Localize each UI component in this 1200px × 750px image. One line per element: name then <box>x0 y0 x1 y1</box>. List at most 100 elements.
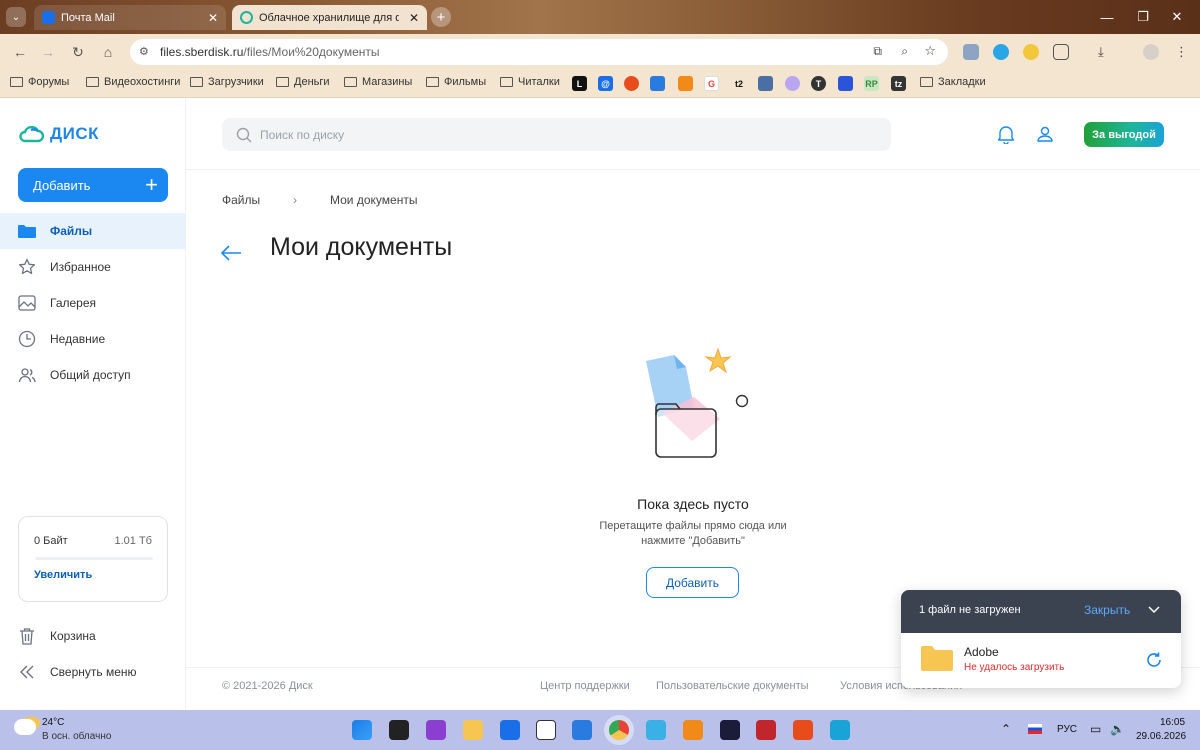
sidebar-item-gallery[interactable]: Галерея <box>0 285 185 321</box>
taskbar-app-icon[interactable] <box>536 720 556 740</box>
add-button[interactable]: Добавить + <box>18 168 168 202</box>
toast-close-link[interactable]: Закрыть <box>1084 603 1130 617</box>
bookmark-favicon-icon[interactable] <box>678 76 693 91</box>
bookmark-favicon-icon[interactable]: t2 <box>730 76 748 91</box>
search-icon <box>236 127 252 142</box>
store-icon[interactable] <box>500 720 520 740</box>
refresh-icon <box>1147 652 1161 667</box>
tab-title: Облачное хранилище для фа <box>259 11 399 24</box>
back-icon[interactable]: ← <box>10 42 30 62</box>
weather-temp[interactable]: 24°C <box>42 717 64 728</box>
bookmark-favicon-icon[interactable] <box>650 76 665 91</box>
clock-date[interactable]: 29.06.2026 <box>1136 731 1186 742</box>
breadcrumb-root[interactable]: Файлы <box>222 193 260 207</box>
user-icon <box>1037 126 1053 142</box>
bookmark-favicon-icon[interactable]: G <box>704 76 719 91</box>
upgrade-storage-link[interactable]: Увеличить <box>34 569 92 581</box>
close-tab-icon[interactable]: ✕ <box>208 11 218 25</box>
new-tab-button[interactable]: + <box>431 7 451 27</box>
download-icon[interactable]: ⤓ <box>1098 44 1114 60</box>
extension-icon[interactable] <box>963 44 979 60</box>
taskbar-app-icon[interactable] <box>683 720 703 740</box>
sidebar-item-label: Файлы <box>50 224 93 238</box>
chrome-icon[interactable] <box>609 720 629 740</box>
profile-button[interactable] <box>1036 124 1054 149</box>
address-bar[interactable]: ⚙ files.sberdisk.ru/files/Мои%20документ… <box>130 39 948 65</box>
bookmark-favicon-icon[interactable]: T <box>811 76 826 91</box>
bookmark-favicon-icon[interactable]: tz <box>891 76 906 91</box>
bookmark-folder[interactable]: Фильмы <box>426 76 486 88</box>
bookmark-folder[interactable]: Загрузчики <box>190 76 264 88</box>
russian-flag-icon[interactable] <box>1028 724 1042 734</box>
site-info-icon[interactable]: ⚙ <box>139 45 149 58</box>
extension-icon[interactable] <box>993 44 1009 60</box>
menu-icon[interactable]: ⋮ <box>1175 44 1191 60</box>
taskbar-app-icon[interactable] <box>830 720 850 740</box>
clock-time[interactable]: 16:05 <box>1160 717 1185 728</box>
promo-button[interactable]: За выгодой <box>1084 122 1164 147</box>
retry-upload-button[interactable] <box>1145 651 1163 672</box>
bookmark-favicon-icon[interactable] <box>624 76 639 91</box>
tab-disk[interactable]: Облачное хранилище для фа ✕ <box>232 5 427 30</box>
taskbar-app-icon[interactable] <box>720 720 740 740</box>
file-explorer-icon[interactable] <box>463 720 483 740</box>
sidebar-item-shared[interactable]: Общий доступ <box>0 357 185 393</box>
close-tab-icon[interactable]: ✕ <box>409 11 419 25</box>
forward-icon[interactable]: → <box>38 42 58 62</box>
weather-description[interactable]: В осн. облачно <box>42 731 111 742</box>
reload-icon[interactable]: ↻ <box>68 42 88 62</box>
search-input[interactable]: Поиск по диску <box>222 118 891 151</box>
sidebar-item-favorites[interactable]: Избранное <box>0 249 185 285</box>
volume-icon[interactable]: 🔈 <box>1110 722 1125 736</box>
taskbar-app-icon[interactable] <box>646 720 666 740</box>
bookmark-favicon-icon[interactable] <box>758 76 773 91</box>
bookmark-folder[interactable]: Форумы <box>10 76 69 88</box>
zoom-icon[interactable]: ⌕ <box>901 44 908 59</box>
taskbar-app-icon[interactable] <box>572 720 592 740</box>
collapse-menu-button[interactable]: Свернуть меню <box>0 654 185 690</box>
weather-cloud-icon[interactable] <box>14 719 36 735</box>
start-button[interactable] <box>352 720 372 740</box>
support-link[interactable]: Центр поддержки <box>540 680 630 692</box>
bookmark-folder[interactable]: Деньги <box>276 76 330 88</box>
network-icon[interactable]: ▭ <box>1090 722 1101 736</box>
window-close-button[interactable]: ✕ <box>1154 0 1200 34</box>
install-app-icon[interactable]: ⧉ <box>873 44 882 59</box>
bookmark-favicon-icon[interactable] <box>838 76 853 91</box>
notifications-button[interactable] <box>997 124 1015 149</box>
tab-title: Почта Mail <box>61 11 115 24</box>
bookmark-star-icon[interactable]: ☆ <box>924 43 936 59</box>
language-indicator[interactable]: РУС <box>1057 724 1077 735</box>
back-button[interactable] <box>220 244 242 267</box>
extensions-puzzle-icon[interactable] <box>1053 44 1069 60</box>
taskbar-app-icon[interactable] <box>389 720 409 740</box>
bookmark-folder[interactable]: Читалки <box>500 76 560 88</box>
sidebar-item-recent[interactable]: Недавние <box>0 321 185 357</box>
bookmark-folder[interactable]: Закладки <box>920 76 986 88</box>
taskbar-app-icon[interactable] <box>426 720 446 740</box>
bookmark-folder[interactable]: Магазины <box>344 76 412 88</box>
taskbar-app-icon[interactable] <box>793 720 813 740</box>
tab-mail[interactable]: Почта Mail ✕ <box>34 5 226 30</box>
toast-collapse-button[interactable] <box>1147 602 1161 619</box>
disk-logo[interactable]: ДИСК <box>18 124 99 144</box>
bookmark-favicon-icon[interactable] <box>785 76 800 91</box>
sidebar-item-trash[interactable]: Корзина <box>0 618 185 654</box>
bookmark-favicon-icon[interactable]: RP <box>864 76 879 91</box>
user-docs-link[interactable]: Пользовательские документы <box>656 680 809 692</box>
home-icon[interactable]: ⌂ <box>98 42 118 62</box>
disk-favicon-icon <box>240 11 253 24</box>
taskbar-app-icon[interactable] <box>756 720 776 740</box>
extension-icon[interactable] <box>1023 44 1039 60</box>
toast-file-row: Adobe Не удалось загрузить <box>901 633 1181 688</box>
bookmark-favicon-icon[interactable]: @ <box>598 76 613 91</box>
bookmark-favicon-icon[interactable]: L <box>572 76 587 91</box>
tray-expand-icon[interactable]: ⌃ <box>1001 722 1011 736</box>
tab-list-button[interactable]: ⌄ <box>6 7 26 27</box>
sidebar-item-label: Корзина <box>50 629 96 643</box>
sidebar-item-files[interactable]: Файлы <box>0 213 185 249</box>
sidebar-item-label: Избранное <box>50 260 111 274</box>
bookmark-folder[interactable]: Видеохостинги <box>86 76 180 88</box>
profile-avatar[interactable] <box>1143 44 1159 60</box>
empty-state-add-button[interactable]: Добавить <box>646 567 739 598</box>
